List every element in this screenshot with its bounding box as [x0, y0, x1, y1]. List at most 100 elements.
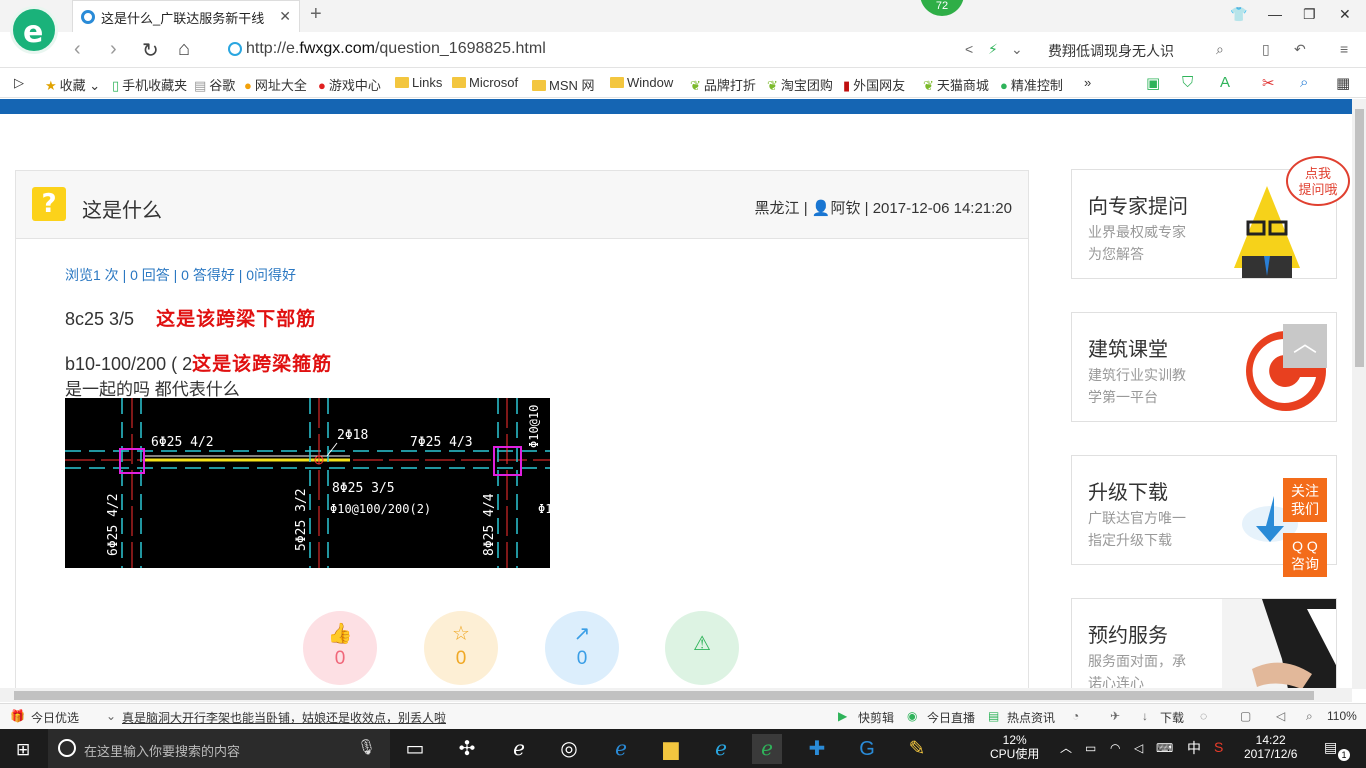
report-button[interactable]: ⚠	[665, 611, 739, 685]
home-icon[interactable]: ⌂	[178, 38, 190, 61]
bookmark-links[interactable]: Links	[395, 75, 442, 90]
qq-consult-button[interactable]: Q Q 咨询	[1283, 533, 1327, 577]
like-button[interactable]: 👍 0	[303, 611, 377, 685]
wifi-icon[interactable]: ◠	[1110, 741, 1120, 755]
forward-icon[interactable]: ›	[110, 38, 117, 61]
scroll-thumb[interactable]	[1355, 109, 1364, 367]
follow-us-button[interactable]: 关注 我们	[1283, 478, 1327, 522]
keyboard-icon[interactable]: ⌨	[1156, 741, 1173, 755]
sidebar-toggle-icon[interactable]: ▷	[14, 75, 24, 91]
taskbar-search[interactable]: 在这里输入你要搜索的内容 🎙	[48, 729, 390, 768]
browser-tab[interactable]: 这是什么_广联达服务新干线 ✕	[72, 0, 300, 32]
bookmark-microsoft[interactable]: Microsof	[452, 75, 518, 90]
back-icon[interactable]: ‹	[74, 38, 81, 61]
chevron-down-icon[interactable]: ⌄	[106, 709, 116, 723]
share-button[interactable]: ↗ 0	[545, 611, 619, 685]
search-box[interactable]: 费翔低调现身无人识	[1048, 41, 1174, 61]
g-app-icon[interactable]: G	[852, 734, 882, 764]
magnifier-icon[interactable]: ⌕	[1300, 74, 1308, 91]
translate-icon[interactable]: A	[1220, 74, 1230, 91]
phone-icon: ▯	[112, 78, 120, 93]
minimize-icon[interactable]: —	[1268, 6, 1282, 22]
window-icon[interactable]: ▢	[1240, 709, 1251, 723]
action-center-icon[interactable]: ▤	[1324, 740, 1337, 754]
task-view-icon[interactable]: ▭	[400, 734, 430, 764]
close-tab-icon[interactable]: ✕	[279, 8, 291, 25]
horizontal-scrollbar[interactable]	[0, 688, 1352, 702]
favorite-button[interactable]: ☆ 0	[424, 611, 498, 685]
internet-explorer-icon[interactable]: ℯ	[706, 734, 736, 764]
bookmark-windows[interactable]: Window	[610, 75, 673, 90]
speed-icon[interactable]: ◔	[1072, 709, 1079, 723]
shield-icon[interactable]: ⛉	[1182, 74, 1193, 91]
screenshot-icon[interactable]: ✂	[1262, 74, 1275, 92]
bookmark-favorites[interactable]: ★ 收藏 ⌄	[45, 75, 100, 94]
site-security-icon[interactable]	[228, 42, 242, 56]
windows-start-icon[interactable]: ⊞	[16, 740, 30, 760]
swirl-app-icon[interactable]: ◎	[554, 734, 584, 764]
back-to-top-button[interactable]: ︿	[1283, 324, 1327, 368]
fan-app-icon[interactable]: ✣	[452, 734, 482, 764]
cpu-meter[interactable]: 12% CPU使用	[990, 733, 1039, 761]
clean-icon[interactable]: ◌	[1200, 709, 1207, 723]
downloads-link[interactable]: 下载	[1160, 709, 1184, 726]
question-user[interactable]: 阿钦	[830, 200, 860, 217]
today-picks[interactable]: 今日优选	[31, 709, 79, 726]
edge-icon[interactable]: ℯ	[606, 734, 636, 764]
reader-icon[interactable]: ▣	[1146, 74, 1160, 92]
notification-badge[interactable]: 72	[920, 0, 964, 16]
ask-bubble[interactable]: 点我 提问哦	[1286, 156, 1350, 206]
more-bookmarks-button[interactable]: »	[1084, 75, 1091, 90]
url-field[interactable]: http://e.fwxgx.com/question_1698825.html	[246, 40, 546, 58]
quick-edit-link[interactable]: 快剪辑	[858, 709, 894, 726]
zoom-level[interactable]: 110%	[1327, 709, 1357, 723]
live-link[interactable]: 今日直播	[927, 709, 975, 726]
cad-drawing-image[interactable]: 6Φ25 4/2 2Φ18 7Φ25 4/3 8Φ25 3/5 Φ10@100/…	[65, 398, 550, 568]
bookmark-brand-discount[interactable]: ❦ 品牌打折	[690, 75, 756, 94]
news-headline-link[interactable]: 真是脑洞大开行李架也能当卧铺，姑娘还是收效点，别丢人啦	[122, 709, 446, 726]
browser-taskbar-icon[interactable]: ℯ	[752, 734, 782, 764]
ime-indicator[interactable]: 中	[1187, 741, 1201, 755]
notes-app-icon[interactable]: ✎	[902, 734, 932, 764]
skin-icon[interactable]: 👕	[1230, 6, 1247, 23]
chevron-down-icon[interactable]: ⌄	[1011, 41, 1023, 58]
browser-logo[interactable]: e	[10, 6, 58, 54]
microphone-icon[interactable]: 🎙	[357, 738, 376, 756]
bookmark-google[interactable]: ▤ 谷歌	[194, 75, 235, 94]
plus-app-icon[interactable]: ✚	[802, 734, 832, 764]
hot-news-link[interactable]: 热点资讯	[1007, 709, 1055, 726]
clock[interactable]: 14:22 2017/12/6	[1244, 733, 1297, 761]
volume-icon[interactable]: ◁	[1134, 741, 1143, 755]
cad-label: 2Φ18	[337, 428, 368, 443]
file-explorer-icon[interactable]: ▆	[656, 734, 686, 764]
share-icon[interactable]: <	[965, 41, 973, 57]
search-icon[interactable]: ⌕	[1216, 41, 1224, 58]
tray-expand-icon[interactable]: ︿	[1060, 741, 1072, 755]
gift-icon: 🎁	[10, 709, 25, 723]
undo-icon[interactable]: ↶	[1294, 41, 1306, 58]
scroll-thumb[interactable]	[14, 691, 1314, 700]
bookmark-precision[interactable]: ● 精准控制	[1000, 75, 1063, 94]
new-tab-button[interactable]: +	[310, 3, 322, 26]
menu-icon[interactable]: ≡	[1340, 41, 1348, 57]
bookmark-mobile[interactable]: ▯ 手机收藏夹	[112, 75, 187, 94]
bookmark-games[interactable]: ● 游戏中心	[318, 75, 381, 94]
mobile-icon[interactable]: ▯	[1262, 41, 1270, 58]
sound-icon[interactable]: ◁	[1276, 709, 1285, 723]
reload-icon[interactable]: ↻	[142, 38, 159, 63]
pin-icon[interactable]: ✈	[1110, 709, 1120, 723]
bookmark-tmall[interactable]: ❦ 天猫商城	[923, 75, 989, 94]
battery-icon[interactable]: ▭	[1085, 741, 1096, 755]
sogou-icon[interactable]: S	[1214, 740, 1223, 754]
apps-grid-icon[interactable]: ▦	[1336, 74, 1350, 92]
close-window-icon[interactable]: ✕	[1339, 6, 1351, 23]
bookmark-foreign-users[interactable]: ▮ 外国网友	[843, 75, 905, 94]
appointment-service-card[interactable]: 预约服务 服务面对面，承 诺心连心	[1071, 598, 1337, 689]
ie-e-icon[interactable]: ℯ	[504, 734, 534, 764]
bookmark-msn[interactable]: MSN 网	[532, 75, 595, 94]
restore-icon[interactable]: ❐	[1303, 6, 1316, 23]
vertical-scrollbar[interactable]	[1352, 99, 1366, 689]
lightning-icon[interactable]: ⚡	[988, 41, 998, 58]
bookmark-taobao[interactable]: ❦ 淘宝团购	[767, 75, 833, 94]
bookmark-sites[interactable]: ● 网址大全	[244, 75, 307, 94]
